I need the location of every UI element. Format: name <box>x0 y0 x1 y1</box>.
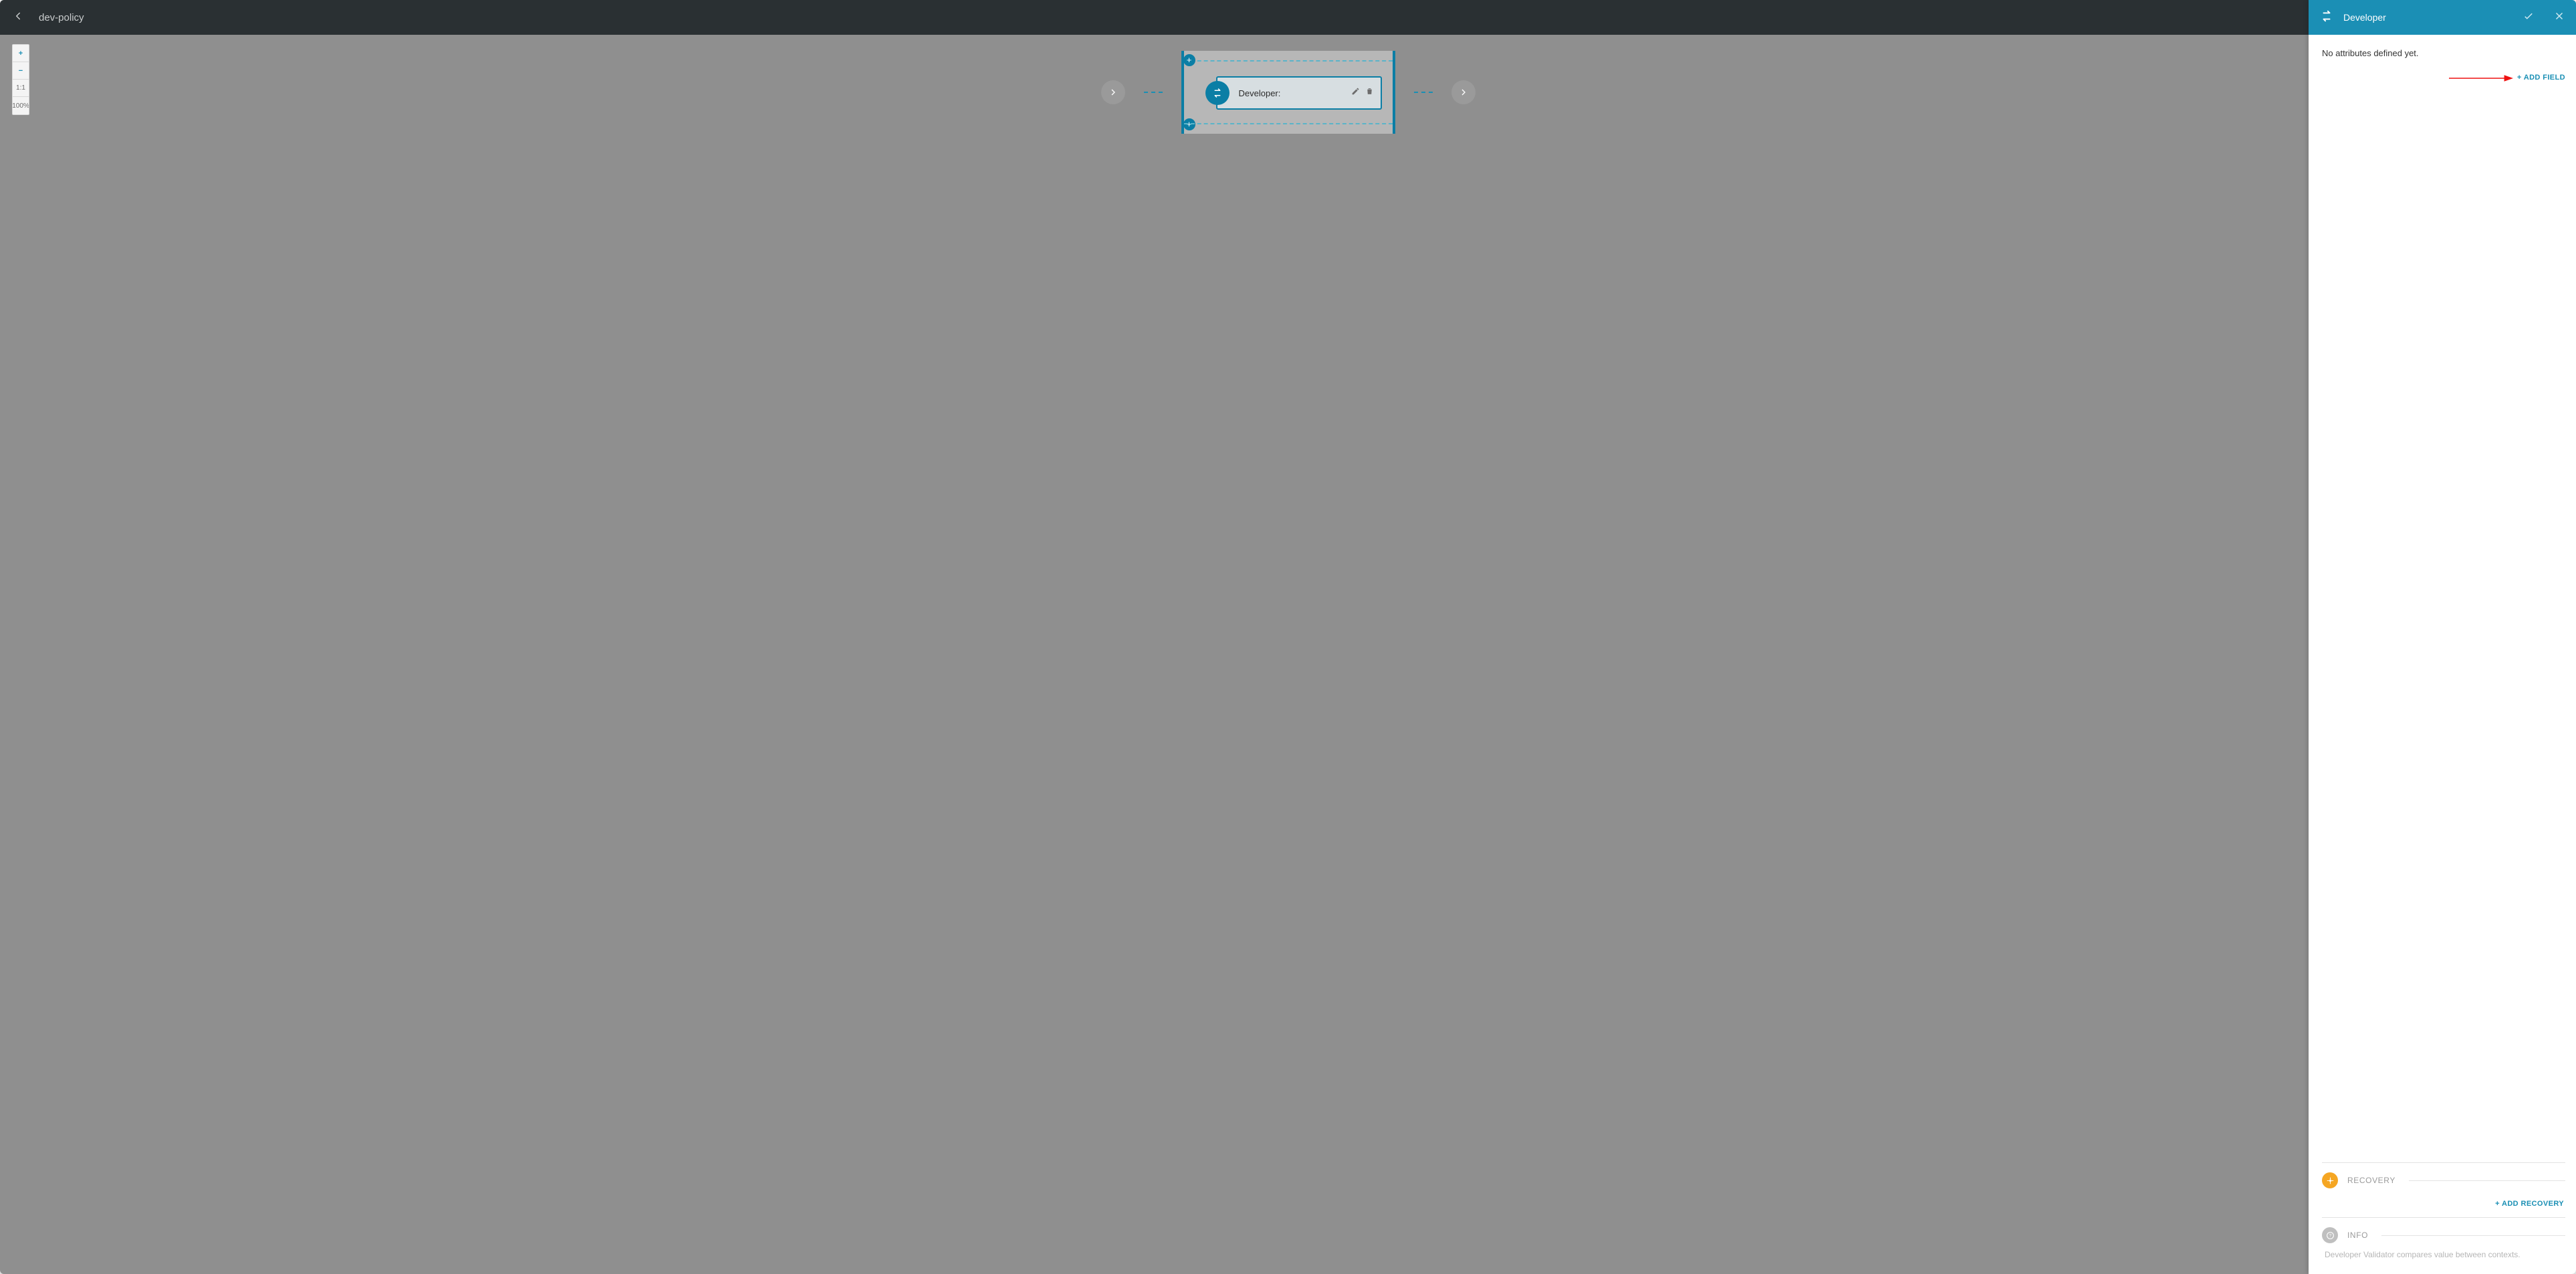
info-section: ? INFO Developer Validator compares valu… <box>2322 1217 2565 1269</box>
add-recovery-button[interactable]: + ADD RECOVERY <box>2495 1200 2564 1208</box>
flow-start-node[interactable] <box>1101 80 1125 104</box>
info-description: Developer Validator compares value betwe… <box>2322 1243 2565 1259</box>
recovery-section: RECOVERY + ADD RECOVERY <box>2322 1162 2565 1217</box>
panel-body: No attributes defined yet. + ADD FIELD R… <box>2309 35 2576 1274</box>
close-icon[interactable] <box>2553 10 2565 25</box>
add-field-button[interactable]: + ADD FIELD <box>2517 74 2565 82</box>
node-label: Developer: <box>1239 88 1351 98</box>
confirm-icon[interactable] <box>2523 10 2535 25</box>
info-icon: ? <box>2322 1227 2338 1243</box>
panel-title: Developer <box>2343 12 2513 23</box>
developer-node[interactable]: Developer: <box>1216 76 1382 110</box>
panel-header: Developer <box>2309 0 2576 35</box>
flow-connector <box>1414 92 1433 93</box>
swap-icon <box>2319 9 2334 27</box>
lane-add-top-button[interactable]: + <box>1183 54 1195 66</box>
side-panel: Developer No attributes defined yet. + A… <box>2309 0 2576 1274</box>
lane-add-bottom-button[interactable]: + <box>1183 118 1195 130</box>
empty-attributes-text: No attributes defined yet. <box>2322 48 2565 58</box>
app-stage: dev-policy + − 1:1 100% + + Developer: <box>0 0 2576 1274</box>
page-title: dev-policy <box>39 12 84 23</box>
topbar: dev-policy <box>0 0 2576 35</box>
flow-wrap: + + Developer: <box>1101 51 1476 134</box>
flow-canvas[interactable]: + + Developer: <box>0 35 2576 1274</box>
recovery-label: RECOVERY <box>2347 1176 2399 1185</box>
svg-text:?: ? <box>2329 1233 2331 1238</box>
flow-end-node[interactable] <box>1451 80 1476 104</box>
back-arrow-icon[interactable] <box>12 10 24 25</box>
swap-icon <box>1205 81 1230 105</box>
delete-icon[interactable] <box>1365 87 1374 99</box>
flow-connector <box>1144 92 1163 93</box>
recovery-icon <box>2322 1172 2338 1188</box>
flow-lane: + + Developer: <box>1181 51 1395 134</box>
info-label: INFO <box>2347 1231 2372 1240</box>
edit-icon[interactable] <box>1351 87 1360 99</box>
